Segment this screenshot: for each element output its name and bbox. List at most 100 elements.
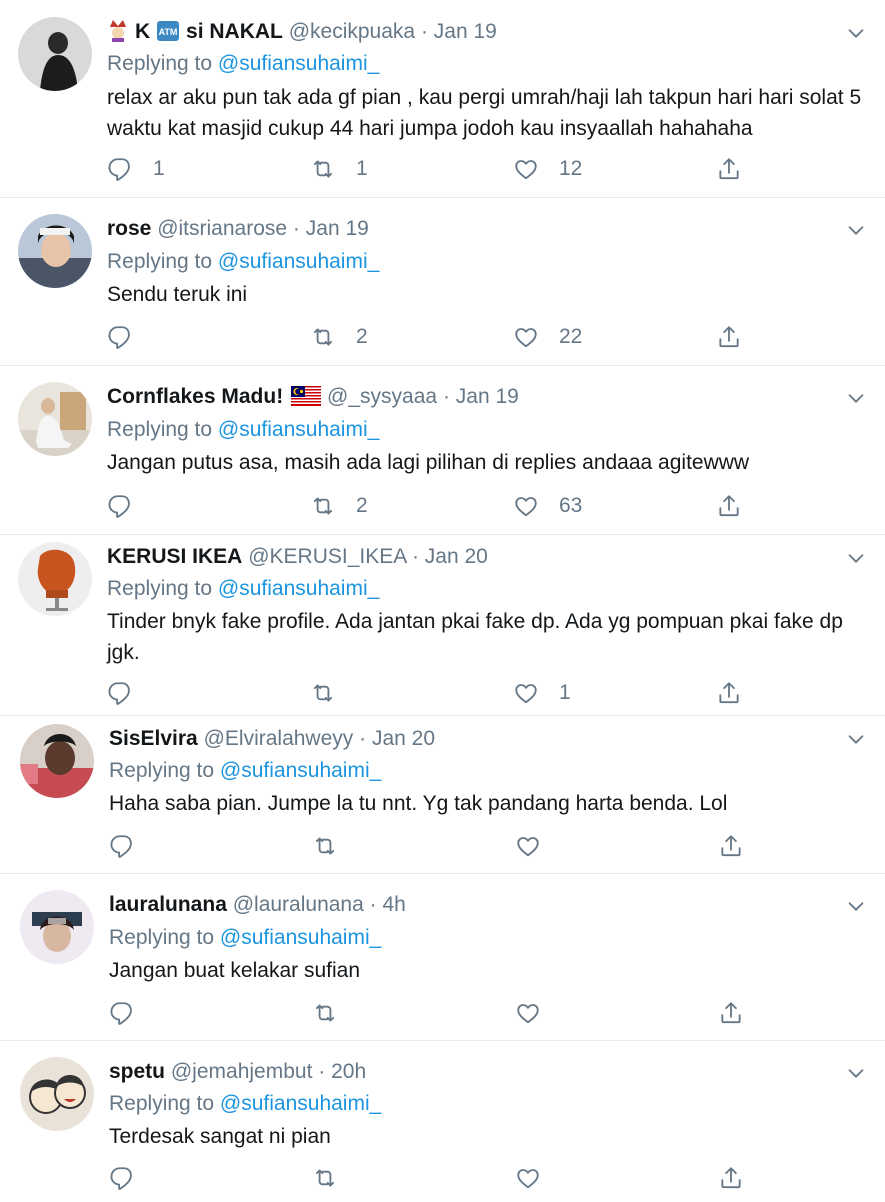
reply-icon xyxy=(109,1165,135,1191)
like-count: 12 xyxy=(559,157,583,180)
display-name[interactable]: Cornflakes Madu! xyxy=(107,385,283,408)
avatar[interactable] xyxy=(18,382,92,456)
mention-link[interactable]: @sufiansuhaimi_ xyxy=(218,577,379,600)
display-name[interactable]: KERUSI IKEA xyxy=(107,545,242,568)
replying-to: Replying to @sufiansuhaimi_ xyxy=(107,49,379,79)
like-icon xyxy=(513,156,539,182)
handle[interactable]: @KERUSI_IKEA xyxy=(248,545,406,568)
replying-label: Replying to xyxy=(107,418,213,441)
tweet[interactable]: lauralunana @lauralunana · 4h Replying t… xyxy=(0,874,885,1041)
display-name[interactable]: spetu xyxy=(109,1060,165,1083)
chevron-down-icon[interactable] xyxy=(845,547,867,569)
display-name[interactable]: si NAKAL xyxy=(186,20,283,43)
mention-link[interactable]: @sufiansuhaimi_ xyxy=(220,1092,381,1115)
chevron-down-icon[interactable] xyxy=(845,219,867,241)
retweet-button[interactable] xyxy=(310,679,356,707)
like-button[interactable]: 63 xyxy=(513,492,582,520)
timestamp[interactable]: Jan 19 xyxy=(456,385,519,408)
timestamp[interactable]: Jan 20 xyxy=(425,545,488,568)
tweet-header: lauralunana @lauralunana · 4h xyxy=(109,890,406,920)
chevron-down-icon[interactable] xyxy=(845,1062,867,1084)
display-name[interactable]: SisElvira xyxy=(109,727,198,750)
reply-button[interactable] xyxy=(107,492,153,520)
reply-icon xyxy=(107,680,133,706)
reply-button[interactable]: 1 xyxy=(107,155,165,183)
reply-button[interactable] xyxy=(109,1164,155,1192)
separator-dot: · xyxy=(292,217,300,240)
avatar[interactable] xyxy=(18,17,92,91)
retweet-icon xyxy=(310,680,336,706)
chevron-down-icon[interactable] xyxy=(845,387,867,409)
retweet-button[interactable] xyxy=(312,999,358,1027)
replying-label: Replying to xyxy=(107,577,213,600)
reply-button[interactable] xyxy=(109,999,155,1027)
retweet-button[interactable]: 1 xyxy=(310,155,368,183)
avatar[interactable] xyxy=(18,542,92,616)
reply-count: 1 xyxy=(153,157,165,180)
display-name[interactable]: K xyxy=(135,20,150,43)
share-button[interactable] xyxy=(716,492,742,520)
tweet[interactable]: K ATM si NAKAL @kecikpuaka · Jan 19 Reply… xyxy=(0,0,885,198)
share-button[interactable] xyxy=(718,832,744,860)
handle[interactable]: @itsrianarose xyxy=(157,217,287,240)
timestamp[interactable]: Jan 19 xyxy=(306,217,369,240)
chevron-down-icon[interactable] xyxy=(845,728,867,750)
timestamp[interactable]: Jan 19 xyxy=(434,20,497,43)
avatar[interactable] xyxy=(20,724,94,798)
separator-dot: · xyxy=(442,385,450,408)
tweet-text: Haha saba pian. Jumpe la tu nnt. Yg tak … xyxy=(109,792,728,815)
timestamp[interactable]: Jan 20 xyxy=(372,727,435,750)
share-button[interactable] xyxy=(718,1164,744,1192)
like-button[interactable]: 12 xyxy=(513,155,582,183)
mention-link[interactable]: @sufiansuhaimi_ xyxy=(220,926,381,949)
tweet-text: Jangan putus asa, masih ada lagi pilihan… xyxy=(107,451,750,474)
retweet-button[interactable]: 2 xyxy=(310,492,368,520)
chevron-down-icon[interactable] xyxy=(845,895,867,917)
share-button[interactable] xyxy=(716,155,742,183)
chevron-down-icon[interactable] xyxy=(845,22,867,44)
tweet[interactable]: rose @itsrianarose · Jan 19 Replying to … xyxy=(0,198,885,366)
handle[interactable]: @_sysyaaa xyxy=(327,385,437,408)
share-button[interactable] xyxy=(716,679,742,707)
mention-link[interactable]: @sufiansuhaimi_ xyxy=(218,52,379,75)
like-icon xyxy=(515,1165,541,1191)
mention-link[interactable]: @sufiansuhaimi_ xyxy=(218,250,379,273)
retweet-button[interactable] xyxy=(312,832,358,860)
tweet[interactable]: Cornflakes Madu! @_sysyaaa · Jan 19 Repl… xyxy=(0,366,885,535)
like-button[interactable]: 22 xyxy=(513,323,582,351)
timestamp[interactable]: 20h xyxy=(331,1060,366,1083)
like-button[interactable]: 1 xyxy=(513,679,571,707)
handle[interactable]: @kecikpuaka xyxy=(289,20,415,43)
separator-dot: · xyxy=(411,545,419,568)
tweet[interactable]: spetu @jemahjembut · 20h Replying to @su… xyxy=(0,1041,885,1202)
tweet[interactable]: KERUSI IKEA @KERUSI_IKEA · Jan 20 Replyi… xyxy=(0,535,885,716)
mention-link[interactable]: @sufiansuhaimi_ xyxy=(220,759,381,782)
separator-dot: · xyxy=(359,727,367,750)
like-button[interactable] xyxy=(515,832,561,860)
handle[interactable]: @jemahjembut xyxy=(171,1060,313,1083)
avatar[interactable] xyxy=(20,1057,94,1131)
like-button[interactable] xyxy=(515,1164,561,1192)
retweet-button[interactable]: 2 xyxy=(310,323,368,351)
handle[interactable]: @Elviralahweyy xyxy=(204,727,354,750)
tweet-text: relax ar aku pun tak ada gf pian , kau p… xyxy=(107,86,862,140)
reply-button[interactable] xyxy=(107,679,153,707)
retweet-icon xyxy=(312,1165,338,1191)
retweet-button[interactable] xyxy=(312,1164,358,1192)
reply-button[interactable] xyxy=(109,832,155,860)
replying-label: Replying to xyxy=(107,250,213,273)
reply-button[interactable] xyxy=(107,323,153,351)
mention-link[interactable]: @sufiansuhaimi_ xyxy=(218,418,379,441)
display-name[interactable]: lauralunana xyxy=(109,893,227,916)
timestamp[interactable]: 4h xyxy=(382,893,405,916)
avatar[interactable] xyxy=(18,214,92,288)
tweet-header: KERUSI IKEA @KERUSI_IKEA · Jan 20 xyxy=(107,542,488,572)
share-button[interactable] xyxy=(718,999,744,1027)
like-icon xyxy=(515,833,541,859)
avatar[interactable] xyxy=(20,890,94,964)
like-button[interactable] xyxy=(515,999,561,1027)
handle[interactable]: @lauralunana xyxy=(233,893,364,916)
share-button[interactable] xyxy=(716,323,742,351)
tweet[interactable]: SisElvira @Elviralahweyy · Jan 20 Replyi… xyxy=(0,716,885,874)
display-name[interactable]: rose xyxy=(107,217,151,240)
